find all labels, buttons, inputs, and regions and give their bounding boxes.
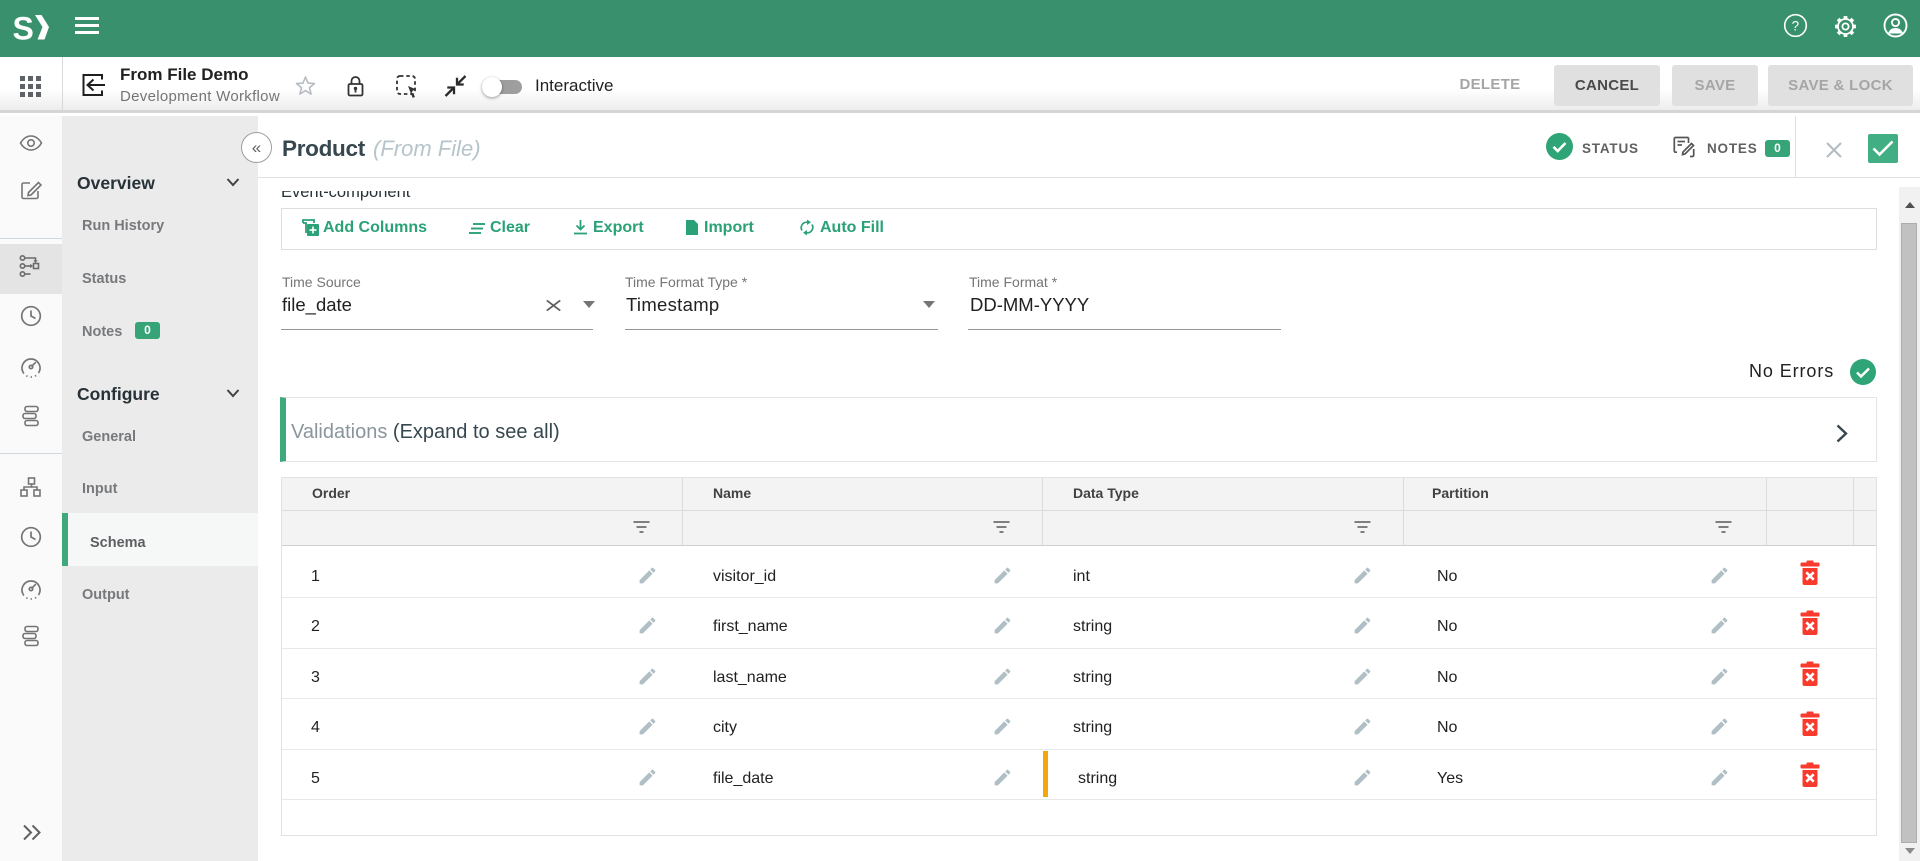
svg-text:S: S (13, 11, 34, 43)
svg-text:?: ? (1792, 18, 1800, 33)
